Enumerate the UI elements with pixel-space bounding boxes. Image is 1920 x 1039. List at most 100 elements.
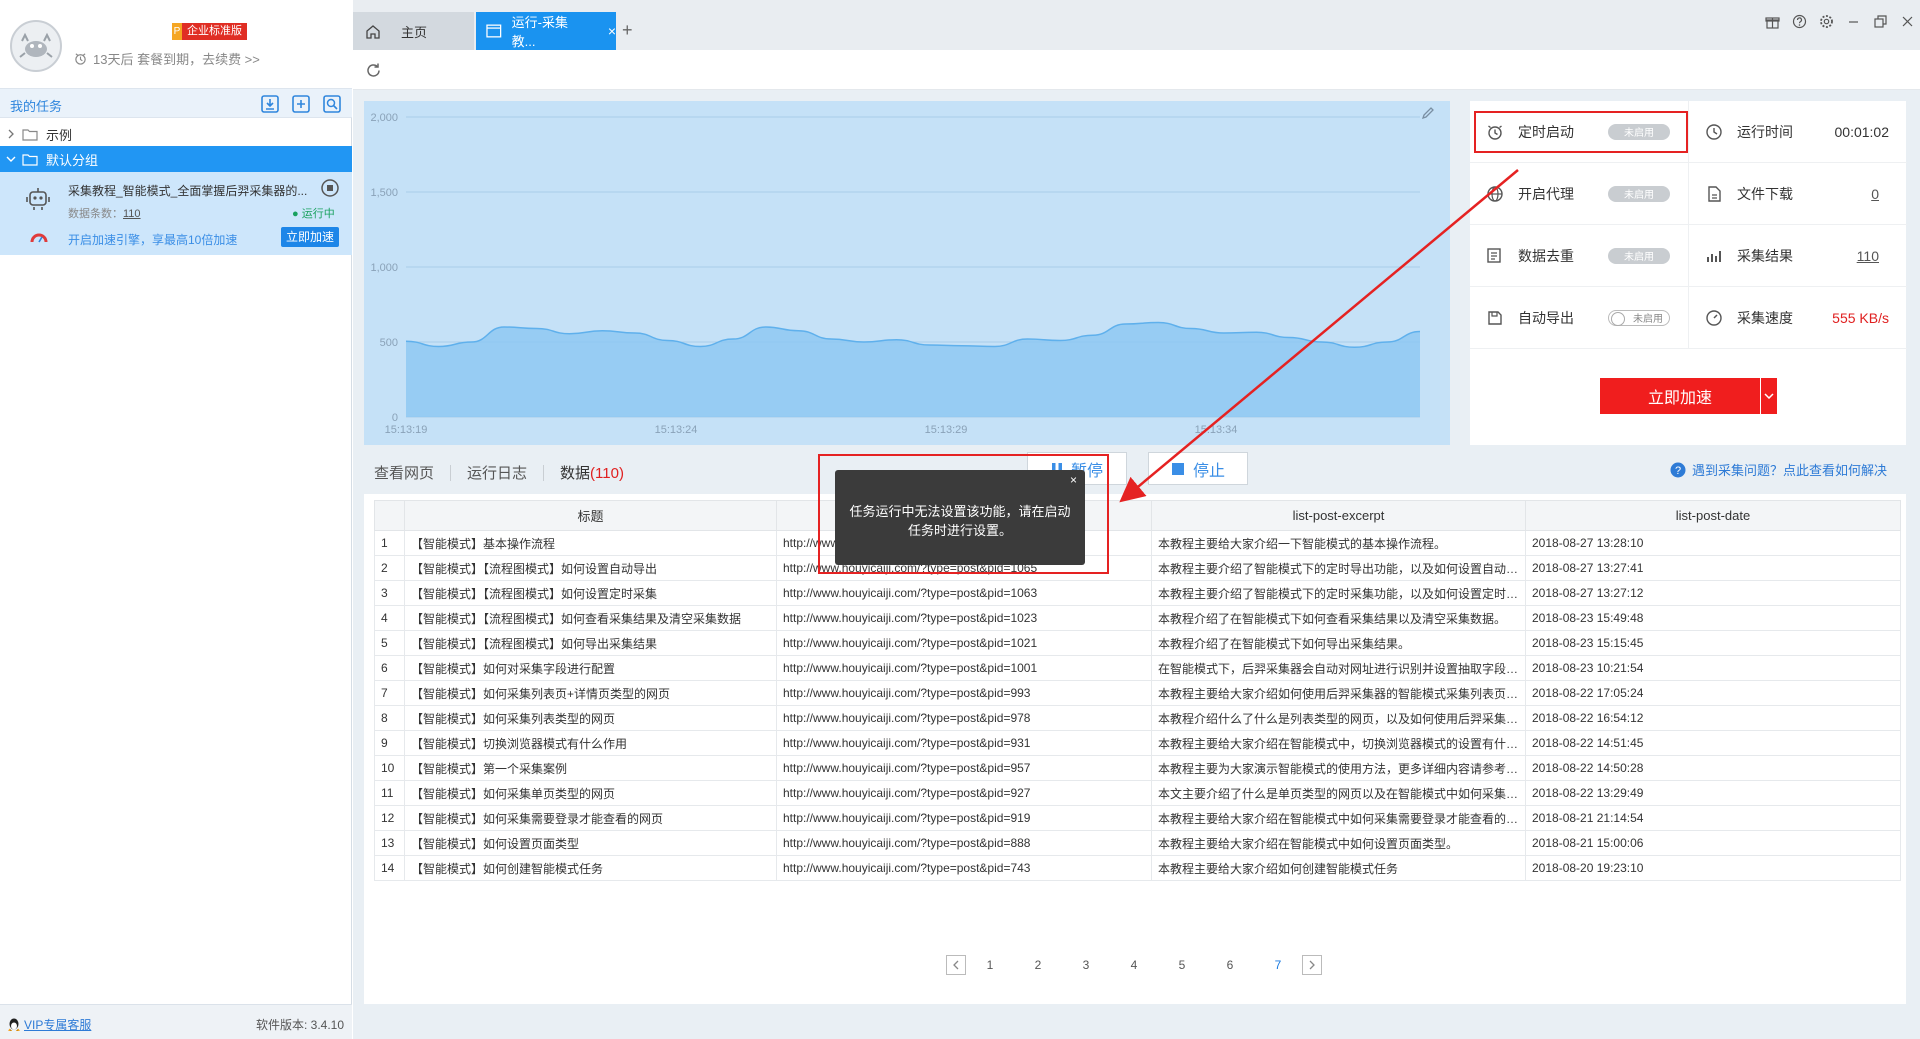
table-cell: 本教程主要介绍了智能模式下的定时导出功能，以及如何设置自动导出。 <box>1151 555 1526 581</box>
table-cell: 3 <box>374 580 405 606</box>
table-row[interactable]: 5 【智能模式】【流程图模式】如何导出采集结果 http://www.houyica… <box>374 630 1901 656</box>
add-tab-button[interactable]: + <box>622 20 633 41</box>
page-number[interactable]: 1 <box>966 958 1014 972</box>
page-number[interactable]: 6 <box>1206 958 1254 972</box>
table-cell: 本教程介绍了在智能模式下如何导出采集结果。 <box>1151 630 1526 656</box>
table-row[interactable]: 12 【智能模式】如何采集需要登录才能查看的网页 http://www.houyic… <box>374 805 1901 831</box>
table-cell: 【智能模式】如何设置页面类型 <box>404 830 777 856</box>
vip-support-link[interactable]: VIP专属客服 <box>8 1016 91 1033</box>
table-row[interactable]: 10 【智能模式】第一个采集案例 http://www.houyicaiji.com… <box>374 755 1901 781</box>
tab-data[interactable]: 数据(110) <box>560 462 624 483</box>
table-row[interactable]: 6 【智能模式】如何对采集字段进行配置 http://www.houyicaiji.… <box>374 655 1901 681</box>
avatar[interactable] <box>10 20 62 72</box>
new-task-icon[interactable] <box>291 94 311 114</box>
highlight-box-timer <box>1474 111 1688 153</box>
proxy-cell[interactable]: 开启代理 未启用 <box>1470 163 1688 225</box>
tab-close-icon[interactable]: × <box>608 23 616 39</box>
prev-page-button[interactable] <box>946 955 966 975</box>
folder-icon <box>22 153 38 166</box>
table-cell: 【智能模式】第一个采集案例 <box>404 755 777 781</box>
window-icon <box>486 24 502 38</box>
tree-group-label: 默认分组 <box>46 152 99 168</box>
help-link[interactable]: ? 遇到采集问题？点此查看如何解决 <box>1670 460 1887 479</box>
result-label: 采集结果 <box>1737 247 1793 264</box>
table-cell: 2018-08-27 13:28:10 <box>1525 530 1901 556</box>
page-number[interactable]: 3 <box>1062 958 1110 972</box>
column-header[interactable]: list-post-date <box>1525 500 1901 531</box>
export-icon <box>1486 309 1506 327</box>
table-row[interactable]: 7 【智能模式】如何采集列表页+详情页类型的网页 http://www.houyic… <box>374 680 1901 706</box>
table-cell: 本教程主要给大家介绍在智能模式中如何设置页面类型。 <box>1151 830 1526 856</box>
task-name: 采集教程_智能模式_全面掌握后羿采集器的... <box>68 184 308 198</box>
file-download-cell: 文件下载 0 <box>1689 163 1907 225</box>
refresh-icon[interactable] <box>365 62 382 79</box>
table-row[interactable]: 1 【智能模式】基本操作流程 http://www 本教程主要给大家介绍一下智能模式的… <box>374 530 1901 556</box>
tree-group-example[interactable]: 示例 <box>0 121 352 147</box>
edit-pencil-icon[interactable] <box>1420 105 1436 121</box>
table-row[interactable]: 11 【智能模式】如何采集单页类型的网页 http://www.houyicaiji… <box>374 780 1901 806</box>
x-tick-label: 15:13:24 <box>655 424 698 436</box>
proxy-toggle[interactable]: 未启用 <box>1608 185 1670 202</box>
page-number[interactable]: 5 <box>1158 958 1206 972</box>
table-cell: http://www.houyicaiji.com/?type=post&pid… <box>776 655 1152 681</box>
restore-icon[interactable] <box>1873 14 1888 29</box>
table-row[interactable]: 3 【智能模式】【流程图模式】如何设置定时采集 http://www.houyica… <box>374 580 1901 606</box>
auto-export-toggle[interactable]: 未启用 <box>1608 309 1670 326</box>
tree-group-default[interactable]: 默认分组 <box>0 146 352 172</box>
tab-home[interactable]: 主页 <box>353 12 474 50</box>
help-icon[interactable] <box>1792 14 1807 29</box>
table-row[interactable]: 13 【智能模式】如何设置页面类型 http://www.houyicaiji.co… <box>374 830 1901 856</box>
table-cell: http://www.houyicaiji.com/?type=post&pid… <box>776 830 1152 856</box>
sidebar-accelerate-button[interactable]: 立即加速 <box>281 227 339 247</box>
close-window-icon[interactable] <box>1900 14 1915 29</box>
speedometer-icon <box>30 230 48 244</box>
task-item[interactable]: 采集教程_智能模式_全面掌握后羿采集器的... 数据条数：110 ● 运行中 开… <box>0 172 352 255</box>
chevron-down-icon <box>0 155 22 163</box>
globe-icon <box>1486 185 1506 203</box>
subscription-expire[interactable]: 13天后 套餐到期，去续费 >> <box>74 49 260 68</box>
table-row[interactable]: 4 【智能模式】【流程图模式】如何查看采集结果及清空采集数据 http://www.… <box>374 605 1901 631</box>
x-tick-label: 15:13:29 <box>925 424 968 436</box>
next-page-button[interactable] <box>1302 955 1322 975</box>
table-cell: 【智能模式】切换浏览器模式有什么作用 <box>404 730 777 756</box>
list-dedupe-icon <box>1486 247 1506 265</box>
gift-icon[interactable] <box>1765 14 1780 29</box>
table-cell: 在智能模式下，后羿采集器会自动对网址进行识别并设置抽取字段。... <box>1151 655 1526 681</box>
settings-gear-icon[interactable] <box>1819 14 1834 29</box>
page-number[interactable]: 2 <box>1014 958 1062 972</box>
dedupe-label: 数据去重 <box>1518 247 1574 264</box>
data-table-wrap: 标题 list-post-excerpt list-post-date 1 【智能模式… <box>364 494 1906 1004</box>
file-icon <box>1705 185 1725 203</box>
table-row[interactable]: 8 【智能模式】如何采集列表类型的网页 http://www.houyicaiji.… <box>374 705 1901 731</box>
stop-circle-icon[interactable] <box>320 178 340 198</box>
file-download-count[interactable]: 0 <box>1871 186 1879 202</box>
dedupe-toggle[interactable]: 未启用 <box>1608 247 1670 264</box>
chevron-right-icon <box>0 129 22 139</box>
table-cell: 本教程主要给大家介绍在智能模式中，切换浏览器模式的设置有什么... <box>1151 730 1526 756</box>
file-download-label: 文件下载 <box>1737 185 1793 202</box>
table-cell: http://www.houyicaiji.com/?type=post&pid… <box>776 630 1152 656</box>
accelerate-button[interactable]: 立即加速 <box>1600 378 1760 414</box>
dedupe-cell[interactable]: 数据去重 未启用 <box>1470 225 1688 287</box>
result-count[interactable]: 110 <box>1857 248 1879 264</box>
tab-run-task[interactable]: 运行-采集教... × <box>476 12 616 50</box>
import-task-icon[interactable] <box>260 94 280 114</box>
stop-button[interactable]: 停止 <box>1148 452 1248 485</box>
column-header[interactable]: 标题 <box>404 500 777 531</box>
auto-export-cell[interactable]: 自动导出 未启用 <box>1470 287 1688 349</box>
table-cell: 1 <box>374 530 405 556</box>
table-cell: 本教程介绍了在智能模式下如何查看采集结果以及清空采集数据。 <box>1151 605 1526 631</box>
tab-run-log[interactable]: 运行日志 <box>467 462 527 483</box>
minimize-icon[interactable] <box>1846 14 1861 29</box>
column-header[interactable]: list-post-excerpt <box>1151 500 1526 531</box>
page-number[interactable]: 4 <box>1110 958 1158 972</box>
speed-hint: 开启加速引擎，享最高10倍加速 <box>68 233 238 247</box>
accelerate-dropdown[interactable] <box>1761 378 1777 414</box>
search-task-icon[interactable] <box>322 94 342 114</box>
table-row[interactable]: 2 【智能模式】【流程图模式】如何设置自动导出 http://www.houyica… <box>374 555 1901 581</box>
column-header[interactable] <box>374 500 405 531</box>
table-row[interactable]: 14 【智能模式】如何创建智能模式任务 http://www.houyicaiji.… <box>374 855 1901 881</box>
table-row[interactable]: 9 【智能模式】切换浏览器模式有什么作用 http://www.houyicaiji… <box>374 730 1901 756</box>
tab-view-webpage[interactable]: 查看网页 <box>374 462 434 483</box>
page-number[interactable]: 7 <box>1254 958 1302 972</box>
